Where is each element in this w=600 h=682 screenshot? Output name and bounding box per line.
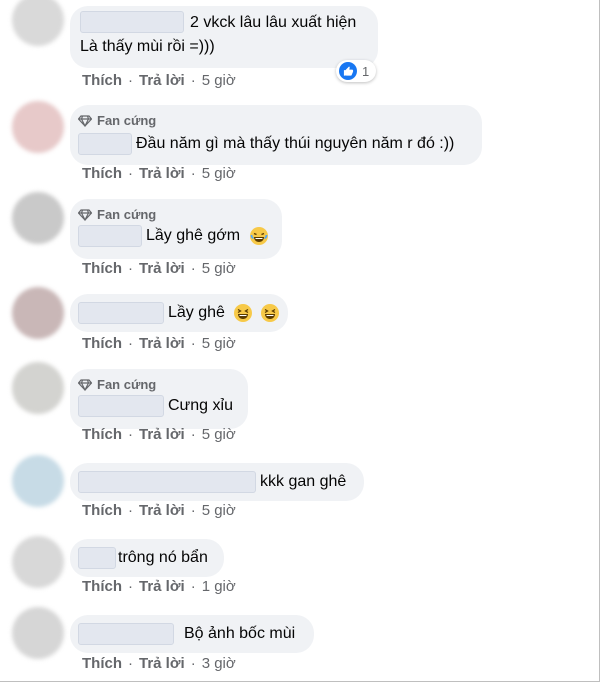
comment-actions: Thích · Trả lời · 5 giờ	[82, 165, 236, 182]
reply-button[interactable]: Trả lời	[139, 165, 185, 182]
timestamp[interactable]: 5 giờ	[202, 502, 236, 519]
like-button[interactable]: Thích	[82, 578, 122, 595]
comment-actions: Thích · Trả lời · 5 giờ	[82, 335, 236, 352]
fan-badge: Fan cứng	[78, 377, 156, 392]
comment-text: Đầu năm gì mà thấy thúi nguyên năm r đó …	[136, 135, 455, 152]
reply-button[interactable]: Trả lời	[139, 260, 185, 277]
comment-bubble: Fan cứng Lầy ghê gớm	[70, 199, 282, 259]
blurred-author-name[interactable]	[78, 395, 164, 417]
diamond-icon	[78, 114, 92, 127]
comment-text: Lầy ghê	[168, 302, 280, 324]
blurred-author-name[interactable]	[78, 225, 142, 247]
diamond-icon	[78, 378, 92, 391]
fan-badge: Fan cứng	[78, 207, 156, 222]
comment-item: Lầy ghê Thích · Trả lời · 5 giờ	[0, 285, 600, 360]
comment-item: 2 vkck lâu lâu xuất hiện Là thấy mùi rồi…	[0, 0, 600, 95]
comment-text: 2 vkck lâu lâu xuất hiện	[190, 14, 357, 31]
comment-text: kkk gan ghê	[260, 473, 347, 490]
reply-button[interactable]: Trả lời	[139, 655, 185, 672]
timestamp[interactable]: 1 giờ	[202, 578, 236, 595]
reaction-count[interactable]: 1	[336, 60, 377, 82]
comment-item: Fan cứng Lầy ghê gớm Thích · Trả lời · 5…	[0, 190, 600, 285]
avatar[interactable]	[12, 101, 64, 153]
comment-item: trông nó bẩn Thích · Trả lời · 1 giờ	[0, 530, 600, 605]
blurred-author-name[interactable]	[78, 133, 132, 155]
comment-actions: Thích · Trả lời · 3 giờ	[82, 655, 236, 672]
comment-text: Lầy ghê gớm	[146, 225, 269, 247]
fan-badge: Fan cứng	[78, 113, 156, 128]
reply-button[interactable]: Trả lời	[139, 502, 185, 519]
timestamp[interactable]: 3 giờ	[202, 655, 236, 672]
laughing-tears-emoji-icon	[249, 226, 268, 245]
timestamp[interactable]: 5 giờ	[202, 260, 236, 277]
reply-button[interactable]: Trả lời	[139, 578, 185, 595]
grinning-squint-emoji-icon	[234, 303, 253, 322]
blurred-author-name[interactable]	[78, 623, 174, 645]
reply-button[interactable]: Trả lời	[139, 335, 185, 352]
like-button[interactable]: Thích	[82, 655, 122, 672]
like-button[interactable]: Thích	[82, 502, 122, 519]
reply-button[interactable]: Trả lời	[139, 72, 185, 89]
blurred-author-name[interactable]	[78, 547, 116, 569]
thumbs-up-icon	[339, 62, 357, 80]
avatar[interactable]	[12, 536, 64, 588]
blurred-author-name[interactable]	[80, 11, 184, 33]
like-button[interactable]: Thích	[82, 165, 122, 182]
avatar[interactable]	[12, 607, 64, 659]
comment-bubble: Bộ ảnh bốc mùi	[70, 615, 314, 653]
timestamp[interactable]: 5 giờ	[202, 335, 236, 352]
comment-bubble: Fan cứng Đầu năm gì mà thấy thúi nguyên …	[70, 105, 482, 165]
comment-text: Cưng xỉu	[168, 397, 233, 414]
diamond-icon	[78, 208, 92, 221]
timestamp[interactable]: 5 giờ	[202, 72, 236, 89]
blurred-author-name[interactable]	[78, 302, 164, 324]
comment-bubble: kkk gan ghê	[70, 463, 364, 501]
timestamp[interactable]: 5 giờ	[202, 165, 236, 182]
avatar[interactable]	[12, 362, 64, 414]
comment-text: trông nó bẩn	[118, 549, 208, 566]
comment-text: Là thấy mùi rồi =)))	[80, 38, 215, 55]
avatar[interactable]	[12, 192, 64, 244]
avatar[interactable]	[12, 287, 64, 339]
like-button[interactable]: Thích	[82, 426, 122, 443]
avatar[interactable]	[12, 455, 64, 507]
comment-item: Fan cứng Cưng xỉu Thích · Trả lời · 5 gi…	[0, 360, 600, 455]
like-button[interactable]: Thích	[82, 335, 122, 352]
reply-button[interactable]: Trả lời	[139, 426, 185, 443]
blurred-author-name[interactable]	[78, 471, 256, 493]
avatar[interactable]	[12, 0, 64, 46]
comment-actions: Thích · Trả lời · 5 giờ	[82, 502, 236, 519]
like-button[interactable]: Thích	[82, 72, 122, 89]
comment-item: kkk gan ghê Thích · Trả lời · 5 giờ	[0, 455, 600, 530]
like-button[interactable]: Thích	[82, 260, 122, 277]
grinning-squint-emoji-icon	[260, 303, 279, 322]
comment-actions: Thích · Trả lời · 5 giờ	[82, 426, 236, 443]
comment-item: Bộ ảnh bốc mùi Thích · Trả lời · 3 giờ	[0, 605, 600, 682]
comment-item: Fan cứng Đầu năm gì mà thấy thúi nguyên …	[0, 95, 600, 190]
comment-bubble: Fan cứng Cưng xỉu	[70, 369, 248, 429]
comment-actions: Thích · Trả lời · 5 giờ	[82, 72, 236, 89]
comment-actions: Thích · Trả lời · 5 giờ	[82, 260, 236, 277]
timestamp[interactable]: 5 giờ	[202, 426, 236, 443]
comment-bubble: trông nó bẩn	[70, 539, 224, 577]
comment-actions: Thích · Trả lời · 1 giờ	[82, 578, 236, 595]
comment-bubble: Lầy ghê	[70, 294, 288, 332]
comment-bubble: 2 vkck lâu lâu xuất hiện Là thấy mùi rồi…	[70, 6, 378, 68]
comment-text: Bộ ảnh bốc mùi	[184, 625, 296, 642]
